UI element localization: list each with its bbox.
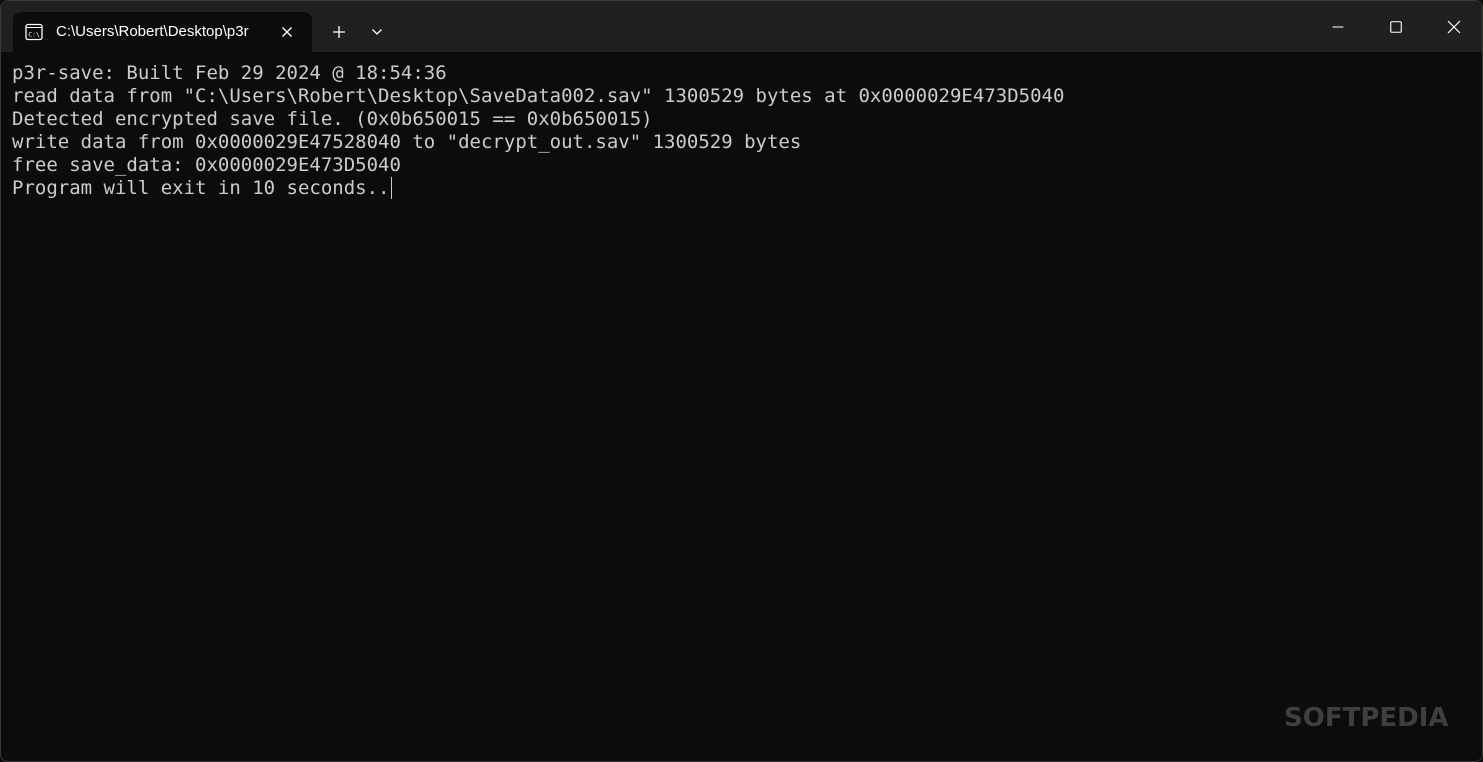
terminal-line: write data from 0x0000029E47528040 to "d… bbox=[12, 131, 802, 153]
chevron-down-icon bbox=[372, 29, 382, 35]
terminal-window: C:\ C:\Users\Robert\Desktop\p3r p3r-save… bbox=[0, 0, 1483, 762]
tab-dropdown-button[interactable] bbox=[363, 18, 391, 46]
minimize-button[interactable] bbox=[1309, 1, 1367, 52]
terminal-line: free save_data: 0x0000029E473D5040 bbox=[12, 154, 401, 176]
terminal-line: p3r-save: Built Feb 29 2024 @ 18:54:36 bbox=[12, 62, 447, 84]
tab-active[interactable]: C:\ C:\Users\Robert\Desktop\p3r bbox=[13, 12, 312, 52]
close-icon bbox=[282, 27, 292, 37]
tab-close-button[interactable] bbox=[275, 20, 299, 44]
maximize-icon bbox=[1390, 20, 1402, 33]
terminal-line-text: Program will exit in 10 seconds.. bbox=[12, 177, 390, 199]
maximize-button[interactable] bbox=[1367, 1, 1425, 52]
terminal-output[interactable]: p3r-save: Built Feb 29 2024 @ 18:54:36 r… bbox=[12, 62, 1474, 753]
terminal-last-line: Program will exit in 10 seconds.. bbox=[12, 177, 1474, 200]
close-window-button[interactable] bbox=[1425, 1, 1482, 52]
title-bar[interactable]: C:\ C:\Users\Robert\Desktop\p3r bbox=[1, 1, 1482, 52]
terminal-line: read data from "C:\Users\Robert\Desktop\… bbox=[12, 85, 1065, 107]
tab-title: C:\Users\Robert\Desktop\p3r bbox=[56, 23, 249, 40]
console-icon: C:\ bbox=[25, 23, 43, 41]
softpedia-watermark: SOFTPEDIA bbox=[1284, 703, 1449, 733]
terminal-line: Detected encrypted save file. (0x0b65001… bbox=[12, 108, 653, 130]
new-tab-button[interactable] bbox=[325, 18, 353, 46]
minimize-icon bbox=[1332, 25, 1344, 28]
close-icon bbox=[1447, 20, 1461, 33]
text-cursor bbox=[390, 177, 392, 199]
svg-text:C:\: C:\ bbox=[28, 31, 40, 39]
plus-icon bbox=[333, 26, 345, 38]
